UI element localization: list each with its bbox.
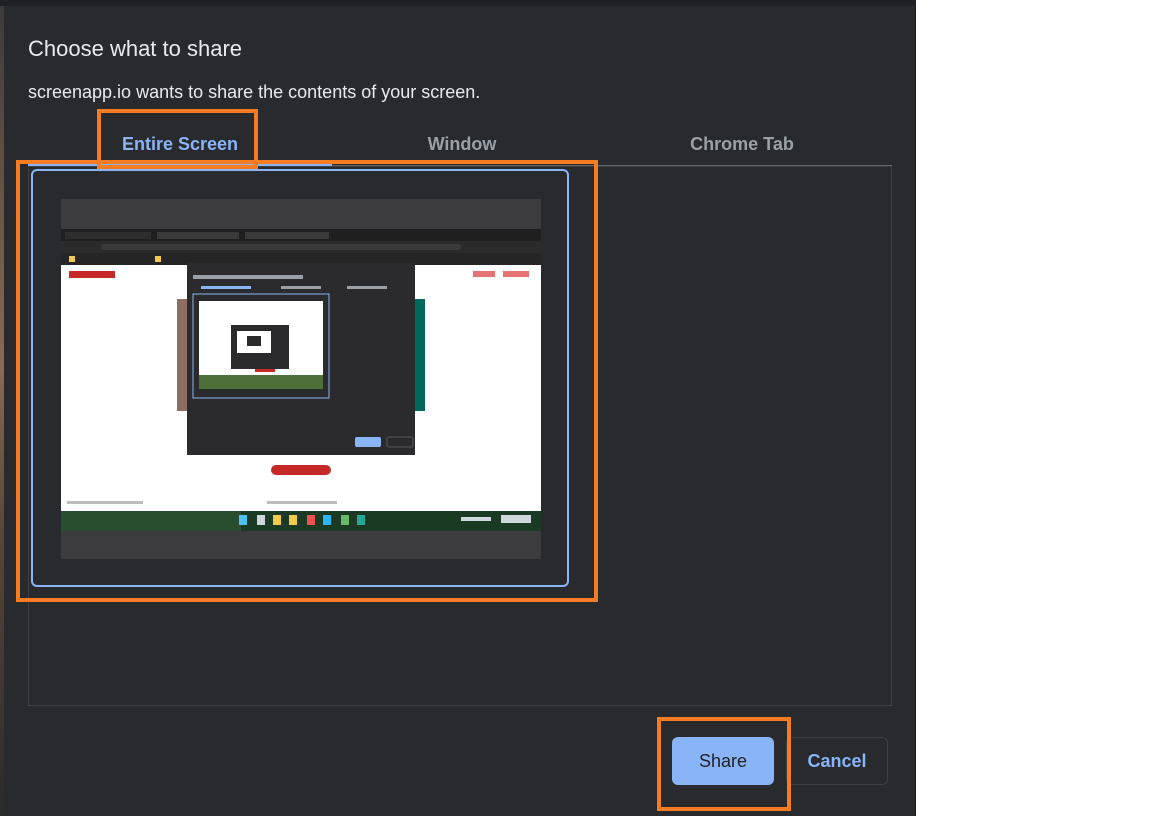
dialog-subtitle: screenapp.io wants to share the contents… <box>28 82 481 102</box>
cancel-button[interactable]: Cancel <box>786 737 888 785</box>
tab-window[interactable]: Window <box>332 124 592 164</box>
share-button[interactable]: Share <box>672 737 774 785</box>
dialog-title: Choose what to share <box>28 36 243 61</box>
tab-entire-screen[interactable]: Entire Screen <box>28 124 332 164</box>
share-picker-dialog: Choose what to share screenapp.io wants … <box>4 6 916 816</box>
screen-thumbnail-icon <box>61 199 541 559</box>
entire-screen-source[interactable] <box>31 169 569 587</box>
tab-chrome-tab[interactable]: Chrome Tab <box>592 124 892 164</box>
tab-bar: Entire Screen Window Chrome Tab <box>28 124 892 167</box>
source-list <box>28 166 892 706</box>
